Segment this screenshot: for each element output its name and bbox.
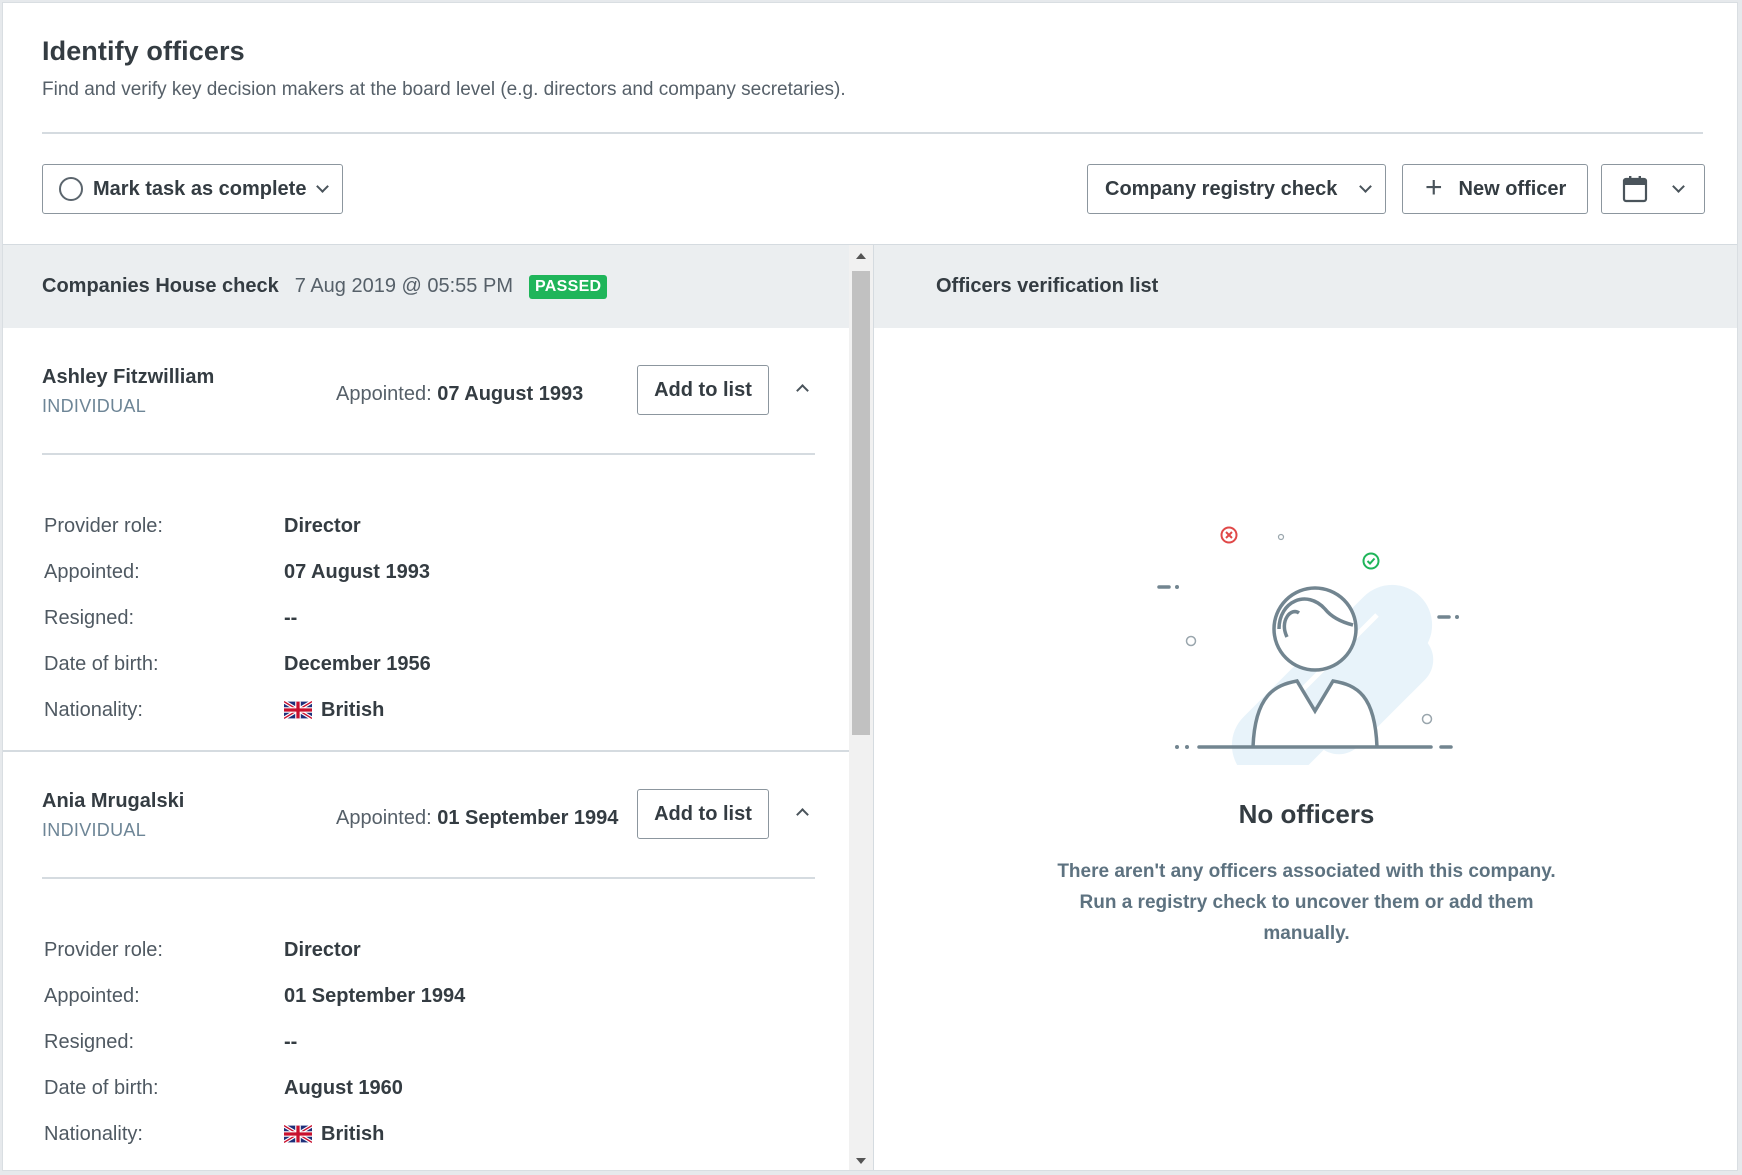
nationality-value: British [321, 1122, 385, 1145]
registry-check-label: Company registry check [1105, 177, 1338, 200]
registry-results-panel: Companies House check 7 Aug 2019 @ 05:55… [3, 244, 849, 1170]
check-header: Companies House check 7 Aug 2019 @ 05:55… [3, 245, 849, 328]
officer-summary: Ashley Fitzwilliam INDIVIDUAL Appointed:… [3, 328, 849, 456]
page-subtitle: Find and verify key decision makers at t… [42, 79, 846, 100]
detail-row-role: Provider role: Director [44, 927, 804, 973]
chevron-down-icon [316, 180, 330, 193]
new-officer-label: New officer [1458, 177, 1567, 200]
officer-type: INDIVIDUAL [42, 396, 147, 416]
officer-name: Ania Mrugalski [42, 790, 185, 812]
detail-value: 07 August 1993 [284, 560, 430, 583]
detail-row-appointed: Appointed: 07 August 1993 [44, 549, 804, 595]
nationality-value: British [321, 698, 385, 721]
officer-details: Provider role: Director Appointed: 07 Au… [44, 503, 804, 733]
officer-card: Ashley Fitzwilliam INDIVIDUAL Appointed:… [3, 328, 849, 752]
add-to-list-button[interactable]: Add to list [637, 365, 769, 415]
appointed-date: 07 August 1993 [437, 383, 584, 405]
detail-value: British [284, 1123, 384, 1146]
officer-divider [42, 453, 815, 455]
uk-flag-icon [284, 701, 312, 719]
results-scrollbar[interactable] [849, 244, 873, 1170]
officer-summary: Ania Mrugalski INDIVIDUAL Appointed: 01 … [3, 752, 849, 880]
detail-row-role: Provider role: Director [44, 503, 804, 549]
empty-state-title: No officers [1238, 799, 1375, 829]
scroll-down-arrow-icon[interactable] [856, 1158, 866, 1164]
detail-label: Resigned: [44, 606, 135, 629]
detail-row-resigned: Resigned: -- [44, 595, 804, 641]
detail-value: Director [284, 938, 361, 961]
detail-value: December 1956 [284, 652, 431, 675]
empty-state-message: There aren't any officers associated wit… [1057, 861, 1556, 944]
detail-row-resigned: Resigned: -- [44, 1019, 804, 1065]
detail-value: Director [284, 514, 361, 537]
officer-name: Ashley Fitzwilliam [42, 366, 215, 388]
new-officer-button[interactable]: + New officer [1402, 164, 1588, 214]
detail-row-dob: Date of birth: December 1956 [44, 641, 804, 687]
officer-type: INDIVIDUAL [42, 820, 147, 840]
uk-flag-icon [284, 1125, 312, 1143]
appointed-prefix: Appointed: [336, 383, 432, 405]
calendar-icon [1622, 176, 1648, 203]
detail-label: Date of birth: [44, 1076, 159, 1099]
status-badge: PASSED [528, 274, 608, 299]
officer-details: Provider role: Director Appointed: 01 Se… [44, 927, 804, 1157]
verification-list-panel: Officers verification list No officers T… [873, 244, 1737, 1170]
scrollbar-thumb[interactable] [852, 271, 870, 735]
detail-value: -- [284, 606, 298, 629]
detail-row-appointed: Appointed: 01 September 1994 [44, 973, 804, 1019]
plus-icon: + [1425, 170, 1443, 204]
check-title: Companies House check [42, 275, 279, 297]
no-officers-illustration [1156, 526, 1459, 765]
scroll-up-arrow-icon[interactable] [856, 253, 866, 259]
appointed-summary: Appointed: 07 August 1993 [336, 383, 583, 406]
detail-label: Nationality: [44, 698, 143, 721]
chevron-up-icon[interactable] [796, 384, 809, 397]
appointed-prefix: Appointed: [336, 807, 432, 829]
detail-label: Appointed: [44, 560, 140, 583]
page-header: Identify officers Find and verify key de… [42, 36, 1703, 101]
detail-label: Provider role: [44, 514, 163, 537]
detail-value: 01 September 1994 [284, 984, 466, 1007]
chevron-down-icon [1359, 180, 1373, 193]
company-registry-check-button[interactable]: Company registry check [1087, 164, 1386, 214]
add-to-list-button[interactable]: Add to list [637, 789, 769, 839]
officer-card: Ania Mrugalski INDIVIDUAL Appointed: 01 … [3, 752, 849, 1170]
detail-row-nationality: Nationality: British [44, 687, 804, 733]
detail-label: Appointed: [44, 984, 140, 1007]
detail-row-nationality: Nationality: British [44, 1111, 804, 1157]
detail-label: Provider role: [44, 938, 163, 961]
detail-label: Date of birth: [44, 652, 159, 675]
detail-label: Resigned: [44, 1030, 135, 1053]
detail-value: -- [284, 1030, 298, 1053]
detail-row-dob: Date of birth: August 1960 [44, 1065, 804, 1111]
chevron-up-icon[interactable] [796, 808, 809, 821]
calendar-dropdown-button[interactable] [1601, 164, 1705, 214]
app-window: Identify officers Find and verify key de… [2, 2, 1738, 1171]
page-title: Identify officers [42, 36, 245, 66]
chevron-down-icon [1672, 180, 1685, 193]
verification-list-title: Officers verification list [874, 245, 1737, 328]
appointed-summary: Appointed: 01 September 1994 [336, 807, 618, 830]
appointed-date: 01 September 1994 [437, 807, 619, 829]
circle-icon [59, 177, 83, 201]
mark-complete-button[interactable]: Mark task as complete [42, 164, 343, 214]
officer-divider [42, 877, 815, 879]
detail-label: Nationality: [44, 1122, 143, 1145]
header-divider [42, 132, 1703, 134]
check-date: 7 Aug 2019 @ 05:55 PM [294, 275, 513, 297]
detail-value: August 1960 [284, 1076, 403, 1099]
detail-value: British [284, 699, 384, 722]
mark-complete-label: Mark task as complete [93, 177, 307, 200]
empty-state: No officers There aren't any officers as… [874, 525, 1737, 949]
